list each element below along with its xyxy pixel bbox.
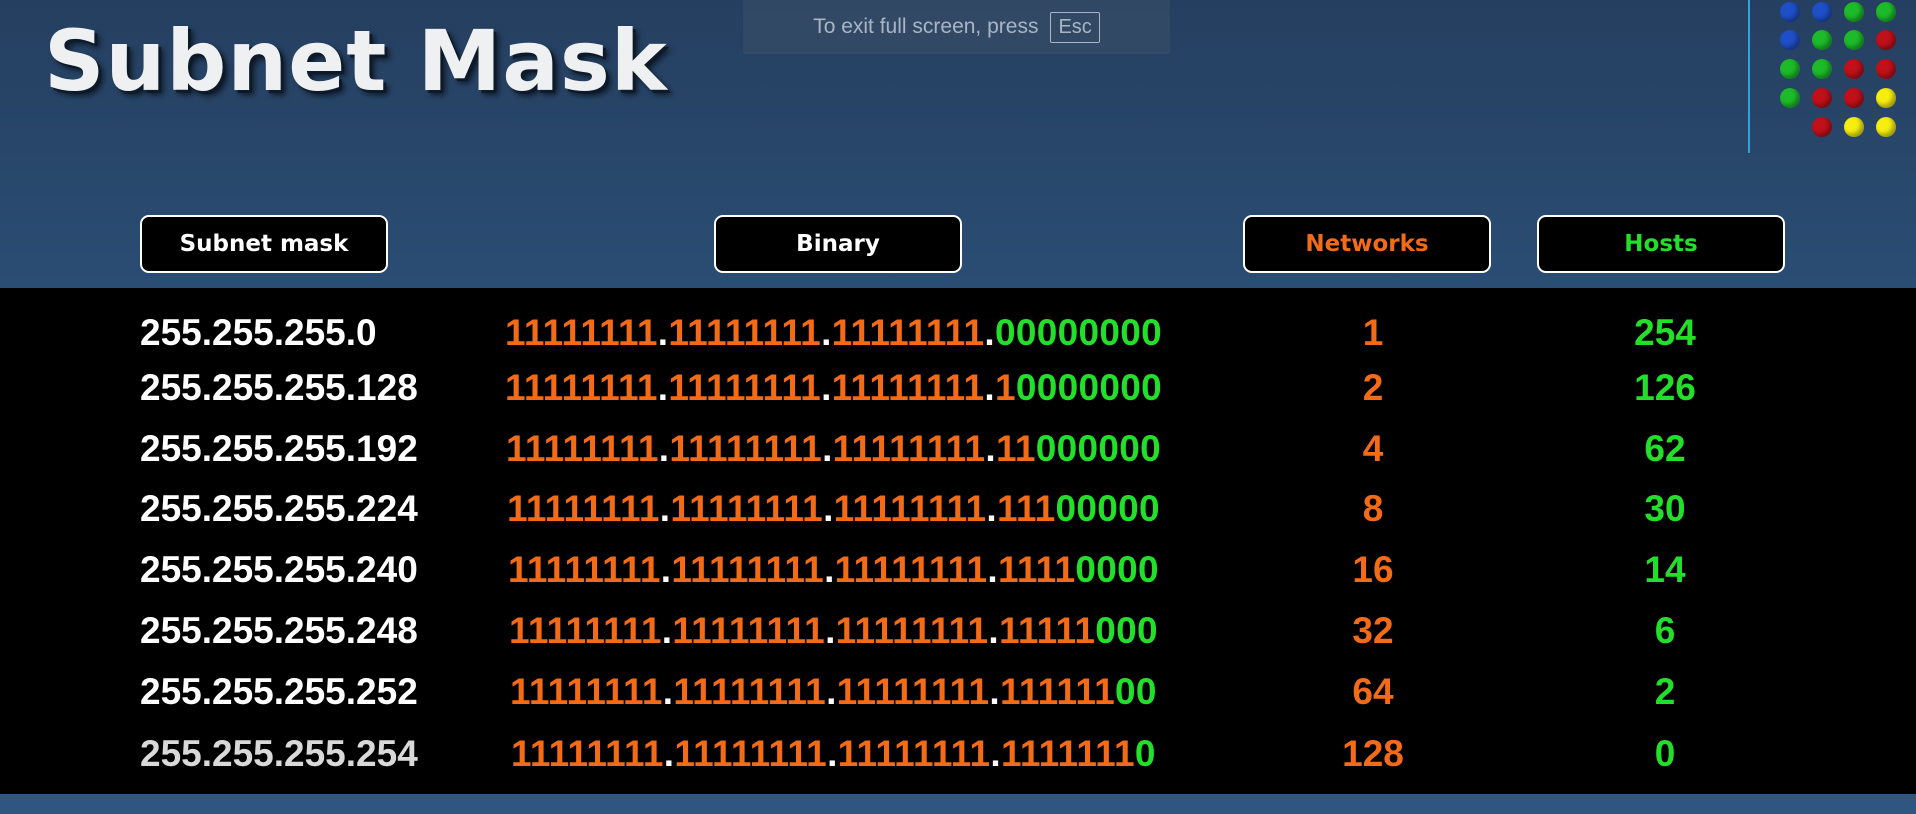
decor-dot-yellow: [1876, 117, 1896, 137]
table-row: 255.255.255.254 11111111.11111111.1111111…: [0, 729, 1916, 779]
subnet-table: 255.255.255.0 11111111.11111111.11111111.…: [0, 288, 1916, 794]
table-row: 255.255.255.192 11111111.11111111.1111111…: [0, 424, 1916, 474]
networks-header-button[interactable]: Networks: [1243, 215, 1491, 273]
decor-dot-yellow: [1876, 88, 1896, 108]
hosts-value: 2: [1654, 671, 1676, 712]
binary-value: 11111111.11111111.11111111.10000000: [505, 367, 1163, 408]
decor-dot-green: [1780, 59, 1800, 79]
decor-dot-green: [1780, 88, 1800, 108]
dots-divider: [1748, 0, 1750, 153]
table-row: 255.255.255.0 11111111.11111111.11111111.…: [0, 308, 1916, 358]
table-row: 255.255.255.240 11111111.11111111.1111111…: [0, 545, 1916, 595]
subnet-mask-value: 255.255.255.248: [140, 610, 418, 651]
decor-dot-red: [1812, 117, 1832, 137]
subnet-mask-value: 255.255.255.0: [140, 312, 377, 353]
hosts-value: 254: [1634, 312, 1696, 353]
fullscreen-exit-text: To exit full screen, press: [813, 15, 1039, 38]
binary-value: 11111111.11111111.11111111.00000000: [505, 312, 1163, 353]
decor-dot-blue: [1780, 30, 1800, 50]
decor-dot-blue: [1812, 2, 1832, 22]
hosts-value: 126: [1634, 367, 1696, 408]
networks-value: 4: [1362, 428, 1384, 469]
subnet-mask-value: 255.255.255.192: [140, 428, 418, 469]
decor-dot-green: [1812, 59, 1832, 79]
decor-dot-yellow: [1844, 117, 1864, 137]
subnet-mask-value: 255.255.255.240: [140, 549, 418, 590]
decor-dot-green: [1876, 2, 1896, 22]
decor-dot-red: [1876, 59, 1896, 79]
table-row: 255.255.255.224 11111111.11111111.1111111…: [0, 484, 1916, 534]
decor-dot-red: [1844, 88, 1864, 108]
networks-value: 2: [1362, 367, 1384, 408]
decor-dot-red: [1876, 30, 1896, 50]
decor-dot-red: [1844, 59, 1864, 79]
binary-value: 11111111.11111111.11111111.11100000: [507, 488, 1160, 529]
hosts-value: 30: [1644, 488, 1686, 529]
binary-value: 11111111.11111111.11111111.11111000: [509, 610, 1158, 651]
decor-dot-green: [1812, 30, 1832, 50]
subnet-mask-value: 255.255.255.128: [140, 367, 418, 408]
networks-value: 32: [1352, 610, 1394, 651]
binary-value: 11111111.11111111.11111111.11110000: [508, 549, 1159, 590]
hosts-value: 14: [1644, 549, 1686, 590]
binary-value: 11111111.11111111.11111111.11000000: [506, 428, 1161, 469]
table-row: 255.255.255.128 11111111.11111111.1111111…: [0, 363, 1916, 413]
binary-value: 11111111.11111111.11111111.11111110: [511, 733, 1156, 774]
binary-header-button[interactable]: Binary: [714, 215, 962, 273]
hosts-value: 6: [1654, 610, 1676, 651]
subnet-mask-value: 255.255.255.224: [140, 488, 418, 529]
decor-dot-green: [1844, 2, 1864, 22]
decor-dot-blue: [1780, 2, 1800, 22]
binary-value: 11111111.11111111.11111111.11111100: [510, 671, 1157, 712]
subnet-mask-value: 255.255.255.254: [140, 733, 418, 774]
networks-value: 128: [1342, 733, 1404, 774]
networks-value: 8: [1362, 488, 1384, 529]
fullscreen-exit-banner: To exit full screen, press Esc: [743, 0, 1170, 54]
subnet-mask-header-button[interactable]: Subnet mask: [140, 215, 388, 273]
page-title: Subnet Mask: [44, 12, 668, 110]
decor-dot-green: [1844, 30, 1864, 50]
table-row: 255.255.255.252 11111111.11111111.1111111…: [0, 667, 1916, 717]
networks-value: 1: [1362, 312, 1384, 353]
esc-key-hint: Esc: [1050, 11, 1100, 43]
hosts-value: 62: [1644, 428, 1686, 469]
table-row: 255.255.255.248 11111111.11111111.1111111…: [0, 606, 1916, 656]
decorative-dots-logo: [1766, 0, 1906, 140]
hosts-value: 0: [1654, 733, 1676, 774]
networks-value: 64: [1352, 671, 1394, 712]
decor-dot-red: [1812, 88, 1832, 108]
subnet-mask-value: 255.255.255.252: [140, 671, 418, 712]
hosts-header-button[interactable]: Hosts: [1537, 215, 1785, 273]
networks-value: 16: [1352, 549, 1394, 590]
